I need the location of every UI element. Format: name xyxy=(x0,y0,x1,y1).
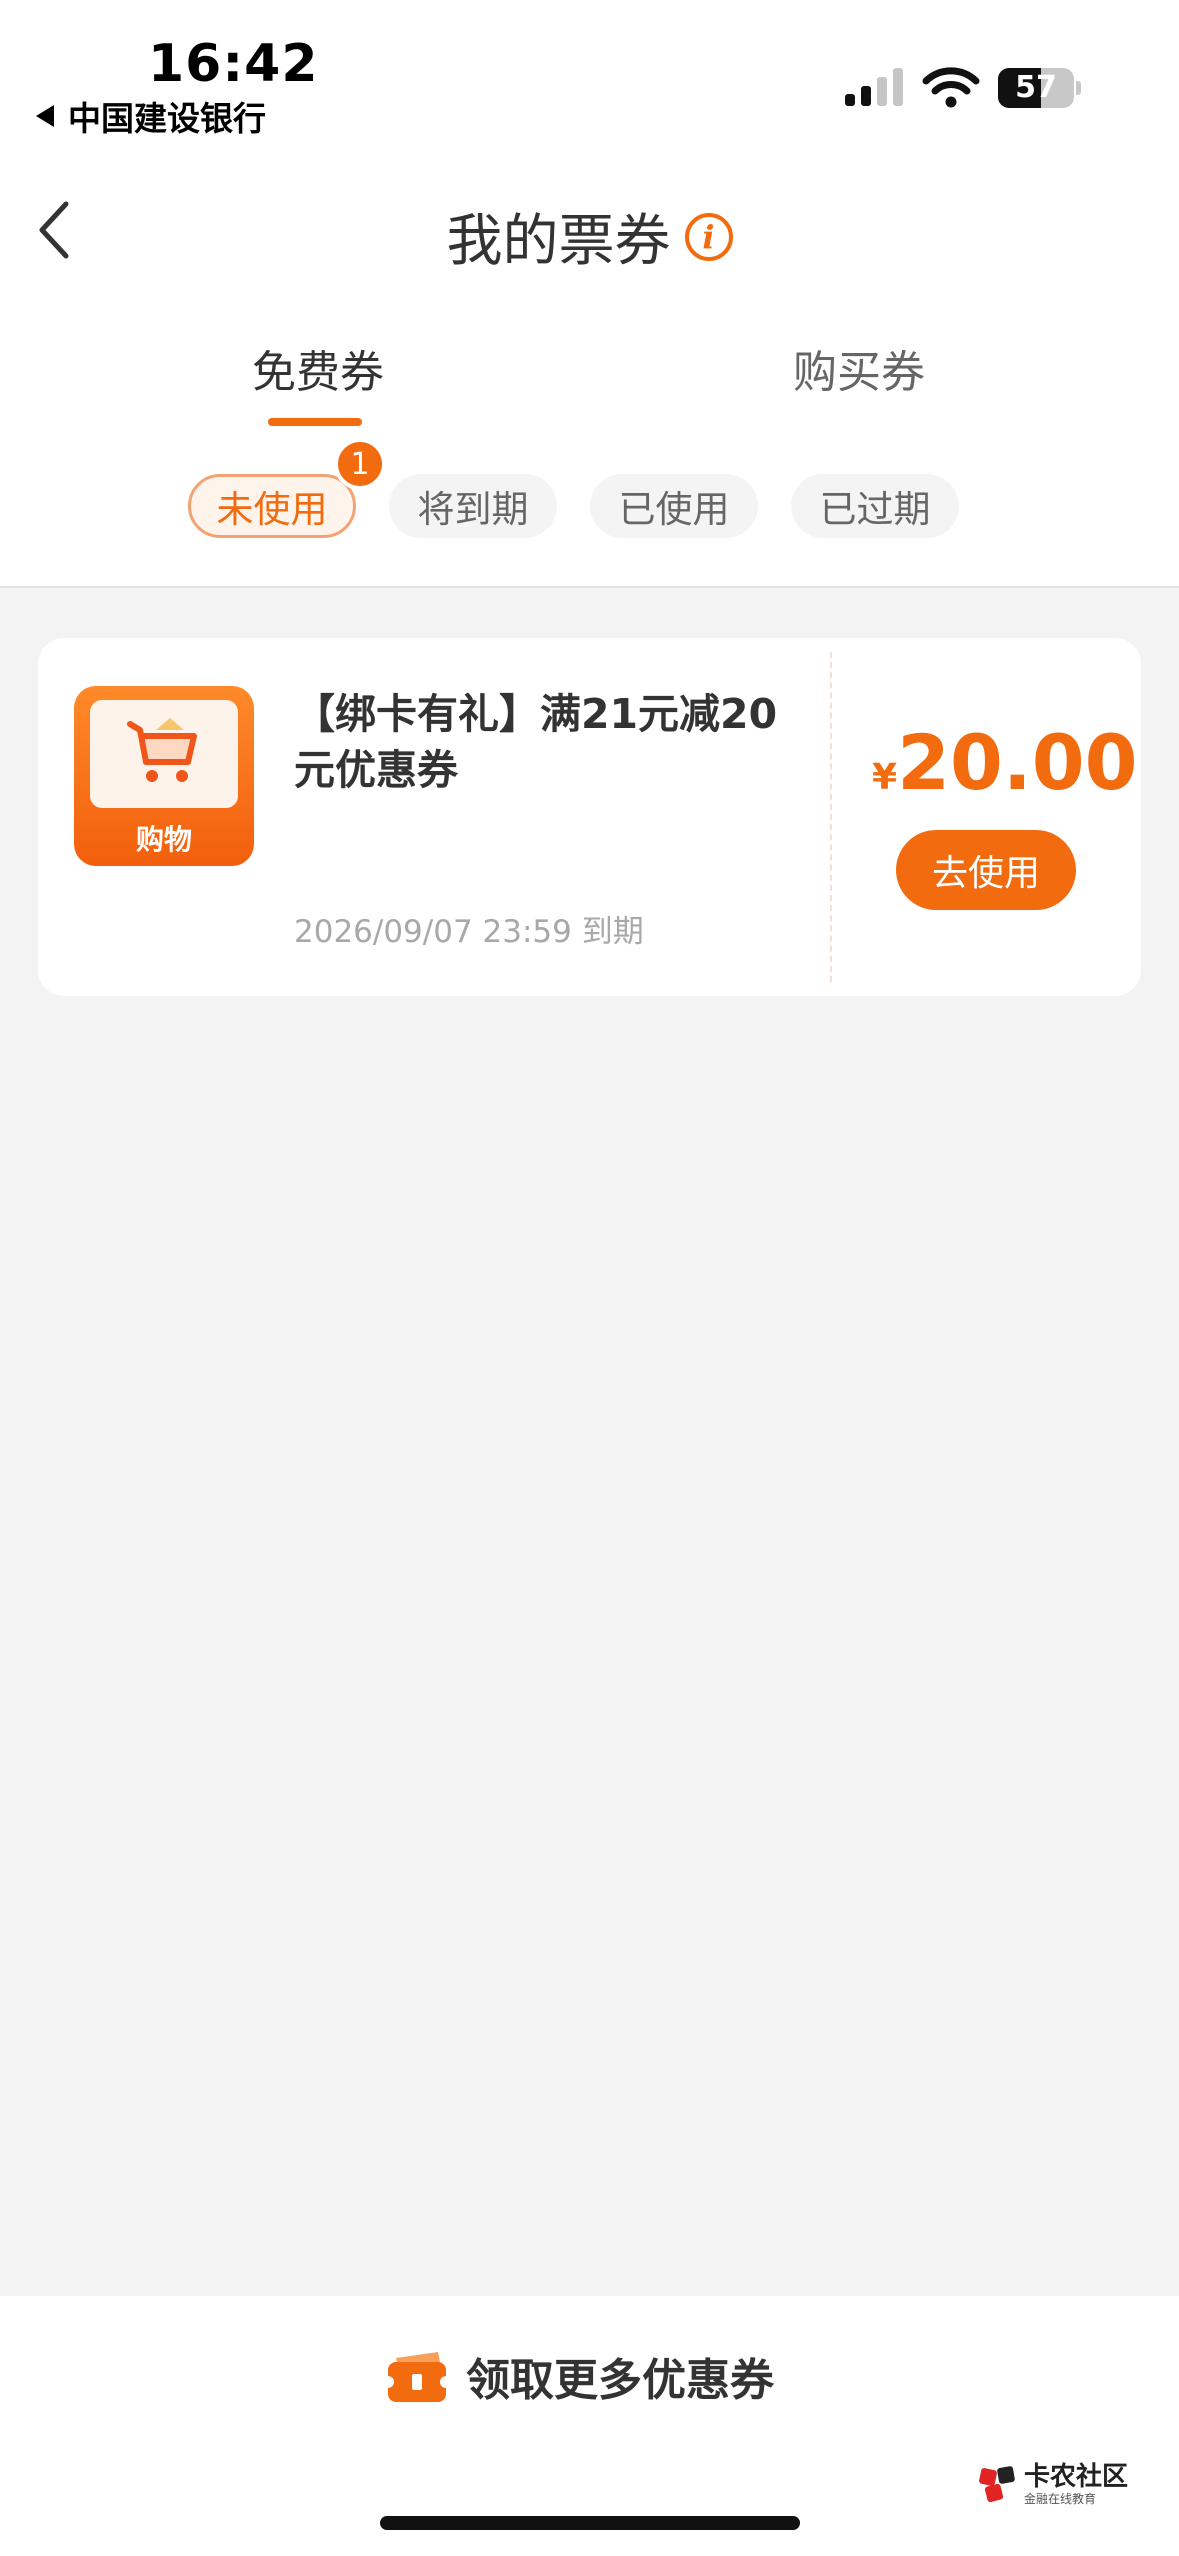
filter-unused[interactable]: 未使用 xyxy=(188,474,356,538)
coupon-category-label: 购物 xyxy=(135,823,192,856)
top-panel: 16:42 中国建设银行 57 我的票券 i 免费券 购买券 未使用 1 将到期 xyxy=(0,0,1179,588)
community-watermark: 卡农社区 金融在线教育 xyxy=(978,2464,1128,2505)
get-more-coupons-button[interactable]: 领取更多优惠券 xyxy=(386,2344,774,2408)
get-more-coupons-label: 领取更多优惠券 xyxy=(466,2355,774,2406)
ticket-icon xyxy=(386,2352,448,2402)
tab-purchased-coupons[interactable]: 购买券 xyxy=(793,336,925,400)
coupon-expiry: 2026/09/07 23:59 到期 xyxy=(294,914,644,950)
tab-active-indicator xyxy=(268,418,362,426)
unused-count-badge: 1 xyxy=(334,438,386,490)
status-time: 16:42 xyxy=(148,34,319,94)
cellular-signal-icon xyxy=(845,68,903,106)
back-app-label: 中国建设银行 xyxy=(68,99,266,138)
coupon-title: 【绑卡有礼】满21元减20元优惠券 xyxy=(294,690,778,794)
coupon-divider xyxy=(830,652,832,982)
home-indicator[interactable] xyxy=(380,2516,800,2530)
coupon-card[interactable]: 购物 【绑卡有礼】满21元减20元优惠券 2026/09/07 23:59 到期… xyxy=(38,638,1141,996)
info-icon[interactable]: i xyxy=(684,212,733,261)
battery-icon: 57 xyxy=(998,68,1081,108)
battery-nub xyxy=(1076,81,1081,95)
use-coupon-button[interactable]: 去使用 xyxy=(896,830,1076,910)
currency-symbol: ¥ xyxy=(872,757,898,798)
filter-expired[interactable]: 已过期 xyxy=(791,474,959,538)
page-title: 我的票券 i xyxy=(0,196,1179,277)
wifi-icon xyxy=(922,67,980,108)
battery-percent: 57 xyxy=(1015,70,1057,105)
coupon-amount: 20.00 xyxy=(897,718,1138,807)
watermark-name: 卡农社区 xyxy=(1024,2462,1129,2492)
coupon-price: ¥20.00 xyxy=(872,718,1137,807)
back-to-app-link[interactable]: 中国建设银行 xyxy=(36,92,266,140)
battery-body: 57 xyxy=(998,68,1074,108)
back-triangle-icon xyxy=(36,105,54,127)
filter-used[interactable]: 已使用 xyxy=(590,474,758,538)
tab-free-coupons[interactable]: 免费券 xyxy=(252,336,384,400)
shopping-cart-icon: 购物 xyxy=(74,686,254,866)
watermark-subtitle: 金融在线教育 xyxy=(1024,2492,1097,2506)
page-title-text: 我的票券 xyxy=(446,209,671,274)
cart-icon-panel xyxy=(90,700,238,808)
filter-expiring-soon[interactable]: 将到期 xyxy=(389,474,557,538)
watermark-logo-icon xyxy=(979,2465,1015,2502)
cart-glyph xyxy=(127,718,197,782)
